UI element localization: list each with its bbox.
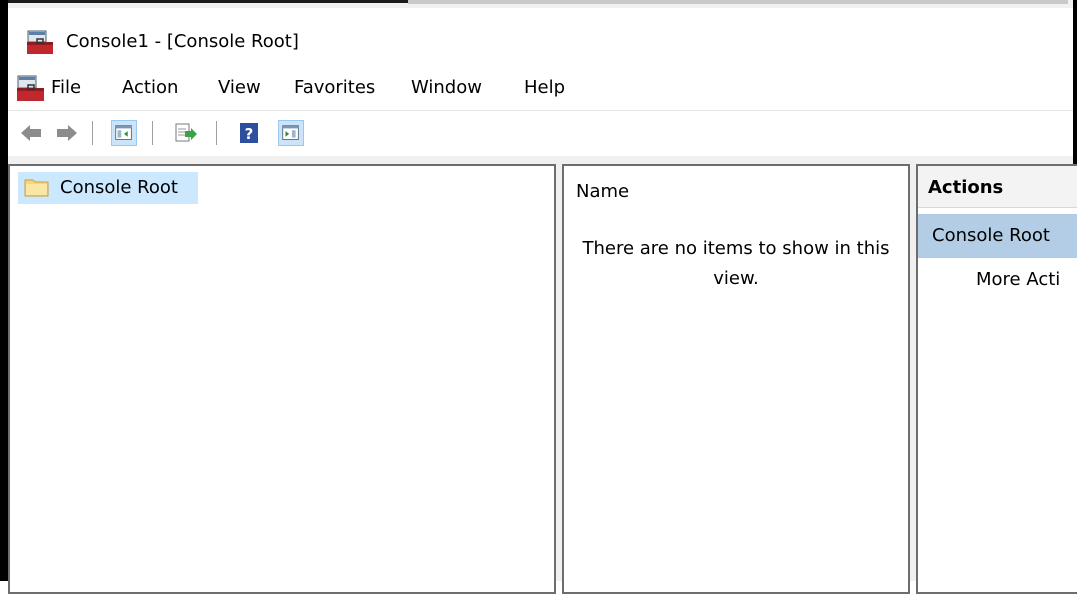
menu-help[interactable]: Help [524, 76, 565, 100]
empty-list-message: There are no items to show in this view. [582, 238, 890, 289]
title-bar[interactable]: Console1 - [Console Root] [8, 8, 1073, 68]
help-icon[interactable]: ? [236, 120, 262, 146]
menu-file[interactable]: File [51, 76, 81, 100]
column-header-name[interactable]: Name [576, 180, 629, 204]
mmc-work-area: Console Root Name There are no items to … [8, 156, 1077, 594]
console-tree-pane: Console Root [8, 164, 556, 594]
tree-item-label: Console Root [60, 177, 178, 198]
toolbar-separator [92, 121, 93, 145]
menu-favorites[interactable]: Favorites [294, 76, 375, 100]
system-menu-icon[interactable] [16, 75, 46, 103]
menu-bar: File Action View Favorites Window Help [8, 70, 1073, 108]
show-hide-action-pane-icon[interactable] [278, 120, 304, 146]
actions-section-console-root[interactable]: Console Root [918, 214, 1077, 258]
menu-action[interactable]: Action [122, 76, 178, 100]
mmc-toolbox-icon [27, 30, 53, 54]
more-actions-link[interactable]: More Acti [976, 268, 1060, 292]
toolbar: ? [8, 110, 1073, 154]
menu-view[interactable]: View [218, 76, 261, 100]
svg-text:?: ? [245, 125, 254, 143]
toolbar-separator [216, 121, 217, 145]
window-title: Console1 - [Console Root] [66, 31, 299, 52]
tree-item-console-root[interactable]: Console Root [18, 172, 198, 204]
actions-pane: Actions Console Root More Acti [916, 164, 1077, 594]
results-pane: Name There are no items to show in this … [562, 164, 910, 594]
window-left-border [0, 0, 8, 581]
actions-section-label: Console Root [932, 225, 1050, 246]
folder-icon [24, 179, 49, 197]
mmc-window: Console1 - [Console Root] File Action Vi… [0, 0, 1077, 594]
menu-window[interactable]: Window [411, 76, 482, 100]
actions-title: Actions [928, 177, 1004, 198]
background-window-strip [8, 0, 1073, 8]
actions-header: Actions [918, 166, 1077, 208]
forward-arrow-icon[interactable] [54, 120, 80, 146]
toolbar-separator [152, 121, 153, 145]
back-arrow-icon[interactable] [18, 120, 44, 146]
export-list-icon[interactable] [173, 120, 199, 146]
show-hide-console-tree-icon[interactable] [111, 120, 137, 146]
